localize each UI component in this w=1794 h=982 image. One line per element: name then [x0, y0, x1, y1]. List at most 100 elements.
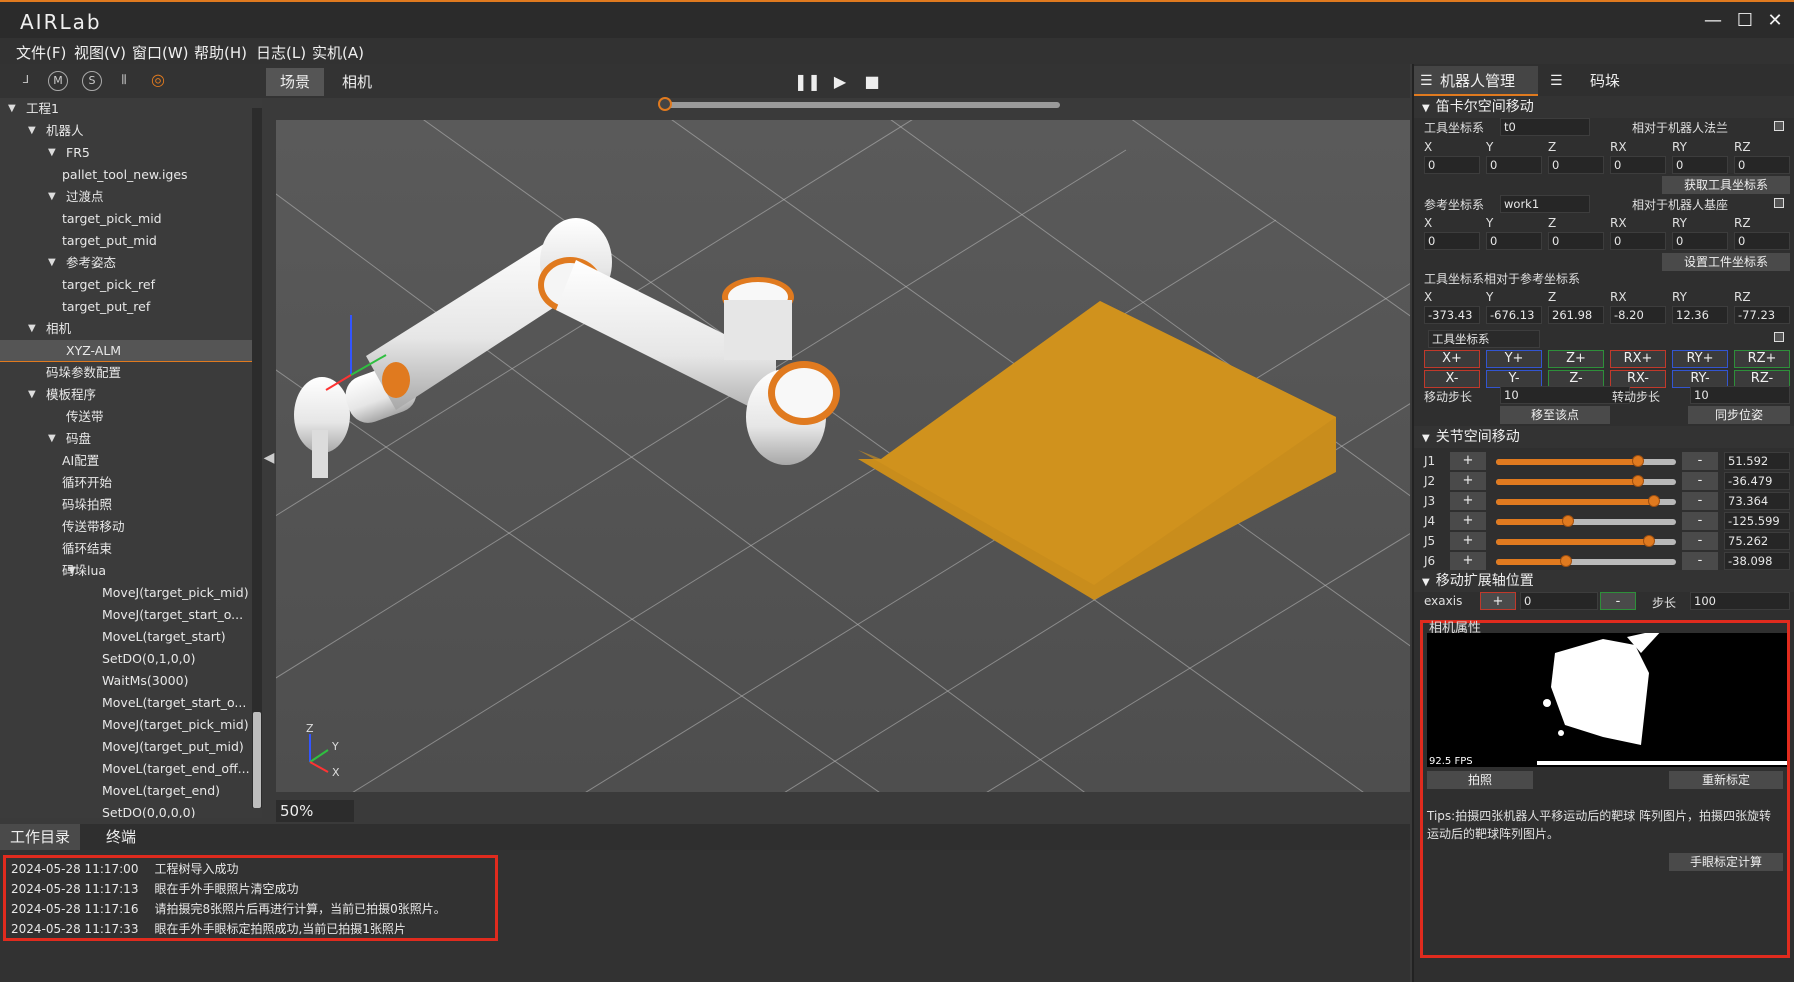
tab-camera[interactable]: 相机 — [328, 68, 386, 96]
pose-value-field[interactable]: 0 — [1548, 232, 1604, 250]
collapse-left-icon[interactable]: ◀ — [262, 440, 276, 476]
joint-plus-button[interactable]: + — [1450, 532, 1486, 550]
joint-minus-button[interactable]: - — [1682, 492, 1718, 510]
tree-item[interactable]: MoveJ(target_pick_mid) — [0, 582, 252, 604]
menu-log[interactable]: 日志(L) — [256, 42, 306, 63]
joint-value-field[interactable]: -125.599 — [1724, 512, 1790, 530]
tree-item[interactable]: ▼ 模板程序 — [0, 384, 252, 406]
joint-plus-button[interactable]: + — [1450, 452, 1486, 470]
set-work-frame-button[interactable]: 设置工件坐标系 — [1662, 253, 1790, 271]
expand-arrow-icon[interactable]: ▼ — [48, 428, 56, 450]
joint-plus-button[interactable]: + — [1450, 512, 1486, 530]
playback-progress[interactable] — [658, 97, 1060, 111]
tree-item[interactable]: ▼ 码垛lua — [0, 560, 252, 582]
maximize-icon[interactable]: ☐ — [1732, 8, 1758, 34]
joint-value-field[interactable]: 73.364 — [1724, 492, 1790, 510]
section-cartesian[interactable]: ▼ 笛卡尔空间移动 — [1414, 96, 1794, 118]
tree-item[interactable]: 码垛参数配置 — [0, 362, 252, 384]
exaxis-plus-button[interactable]: + — [1480, 592, 1516, 610]
pause-icon[interactable]: ❚❚ — [794, 70, 821, 94]
tab-work-directory[interactable]: 工作目录 — [0, 824, 81, 850]
joint-slider[interactable] — [1496, 515, 1676, 527]
ref-frame-field[interactable]: work1 — [1500, 195, 1590, 213]
joint-slider[interactable] — [1496, 495, 1676, 507]
joint-minus-button[interactable]: - — [1682, 472, 1718, 490]
pose-value-field[interactable]: 0 — [1672, 156, 1728, 174]
tree-item[interactable]: ▼ FR5 — [0, 142, 252, 164]
axis-icon[interactable]: ⅃ — [16, 71, 36, 91]
expand-arrow-icon[interactable]: ▼ — [48, 252, 56, 274]
joint-slider[interactable] — [1496, 455, 1676, 467]
joint-value-field[interactable]: 75.262 — [1724, 532, 1790, 550]
menu-real-robot[interactable]: 实机(A) — [312, 42, 364, 63]
scene-viewport[interactable]: Z Y X — [276, 120, 1410, 792]
pose-value-field[interactable]: 0 — [1734, 232, 1790, 250]
menu-view[interactable]: 视图(V) — [74, 42, 126, 63]
move-to-point-button[interactable]: 移至该点 — [1500, 406, 1610, 424]
pose-value-field[interactable]: 0 — [1424, 156, 1480, 174]
expand-arrow-icon[interactable]: ▼ — [48, 186, 56, 208]
hand-eye-calc-button[interactable]: 手眼标定计算 — [1669, 853, 1783, 871]
pose-value-field[interactable]: 0 — [1672, 232, 1728, 250]
joint-plus-button[interactable]: + — [1450, 552, 1486, 570]
joint-minus-button[interactable]: - — [1682, 452, 1718, 470]
joint-slider[interactable] — [1496, 475, 1676, 487]
tree-item[interactable]: 传送带移动 — [0, 516, 252, 538]
minimize-icon[interactable]: — — [1700, 8, 1726, 34]
joint-minus-button[interactable]: - — [1682, 552, 1718, 570]
save-icon[interactable] — [1774, 121, 1784, 131]
expand-arrow-icon[interactable]: ▼ — [28, 384, 36, 406]
joint-slider-knob[interactable] — [1648, 495, 1661, 507]
joint-minus-button[interactable]: - — [1682, 532, 1718, 550]
joint-slider-knob[interactable] — [1632, 455, 1645, 467]
pose-value-field[interactable]: -676.13 — [1486, 306, 1542, 324]
tree-item[interactable]: target_pick_mid — [0, 208, 252, 230]
expand-arrow-icon[interactable]: ▼ — [28, 120, 36, 142]
pose-value-field[interactable]: -77.23 — [1734, 306, 1790, 324]
joint-slider-knob[interactable] — [1562, 515, 1574, 527]
tree-item[interactable]: target_put_ref — [0, 296, 252, 318]
tree-item[interactable]: 传送带 — [0, 406, 252, 428]
tree-item[interactable]: MoveJ(target_start_o... — [0, 604, 252, 626]
recalibrate-button[interactable]: 重新标定 — [1669, 771, 1783, 789]
pose-value-field[interactable]: 0 — [1610, 232, 1666, 250]
joint-value-field[interactable]: -36.479 — [1724, 472, 1790, 490]
tree-item[interactable]: MoveL(target_end) — [0, 780, 252, 802]
joint-plus-button[interactable]: + — [1450, 472, 1486, 490]
progress-knob[interactable] — [658, 97, 672, 111]
pose-value-field[interactable]: 0 — [1548, 156, 1604, 174]
target-icon[interactable]: ◎ — [148, 71, 168, 91]
tree-item[interactable]: WaitMs(3000) — [0, 670, 252, 692]
jog-button[interactable]: RZ+ — [1734, 350, 1790, 368]
tool-frame-field[interactable]: t0 — [1500, 118, 1590, 136]
tree-item[interactable]: XYZ-ALM — [0, 340, 252, 362]
expand-arrow-icon[interactable]: ▼ — [8, 98, 16, 120]
tree-item[interactable]: MoveL(target_start_o... — [0, 692, 252, 714]
section-joints[interactable]: ▼ 关节空间移动 — [1414, 426, 1794, 448]
expand-arrow-icon[interactable]: ▼ — [28, 318, 36, 340]
exaxis-value[interactable]: 0 — [1520, 592, 1598, 610]
tree-item[interactable]: MoveJ(target_pick_mid) — [0, 714, 252, 736]
joint-value-field[interactable]: -38.098 — [1724, 552, 1790, 570]
tree-item[interactable]: 循环开始 — [0, 472, 252, 494]
jog-frame-label[interactable]: 工具坐标系 — [1428, 330, 1540, 348]
joint-plus-button[interactable]: + — [1450, 492, 1486, 510]
tree-item[interactable]: 码垛拍照 — [0, 494, 252, 516]
save-icon[interactable] — [1774, 198, 1784, 208]
tree-item[interactable]: target_pick_ref — [0, 274, 252, 296]
s-icon[interactable]: S — [82, 71, 102, 91]
tab-terminal[interactable]: 终端 — [96, 824, 146, 850]
pose-value-field[interactable]: 0 — [1734, 156, 1790, 174]
menu-window[interactable]: 窗口(W) — [132, 42, 189, 63]
tree-item[interactable]: ▼ 过渡点 — [0, 186, 252, 208]
pose-value-field[interactable]: -373.43 — [1424, 306, 1480, 324]
pose-value-field[interactable]: 0 — [1486, 156, 1542, 174]
joint-slider-knob[interactable] — [1643, 535, 1655, 547]
capture-button[interactable]: 拍照 — [1427, 771, 1533, 789]
pose-value-field[interactable]: -8.20 — [1610, 306, 1666, 324]
joint-slider[interactable] — [1496, 555, 1676, 567]
tree-item[interactable]: SetDO(0,1,0,0) — [0, 648, 252, 670]
move-step-field[interactable]: 10 — [1500, 386, 1630, 404]
tree-item[interactable]: ▼ 工程1 — [0, 98, 252, 120]
tree-item[interactable]: SetDO(0,0,0,0) — [0, 802, 252, 818]
